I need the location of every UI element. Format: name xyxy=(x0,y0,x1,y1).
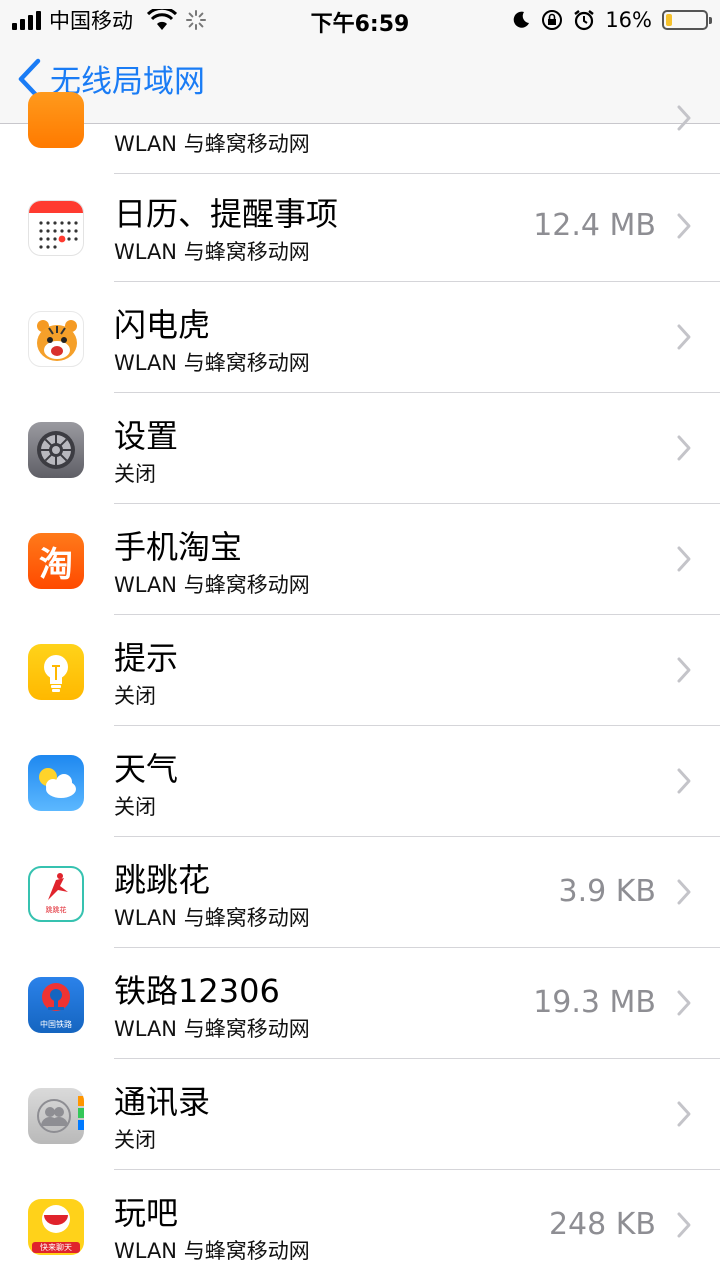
app-network-status: 关闭 xyxy=(114,684,156,708)
app-network-status: WLAN 与蜂窝移动网 xyxy=(114,573,310,597)
calendar-icon xyxy=(28,200,84,256)
wanba-icon: 快来聊天 xyxy=(28,1199,84,1255)
list-item[interactable]: 设置 关闭 xyxy=(0,394,720,504)
battery-icon xyxy=(662,10,712,30)
weather-icon xyxy=(28,755,84,811)
app-network-status: 关闭 xyxy=(114,795,156,819)
data-usage: 19.3 MB xyxy=(533,985,656,1020)
tiaotiaohua-logo-text: 跳跳花 xyxy=(45,906,67,914)
railway-12306-icon: 中国铁路 xyxy=(28,977,84,1033)
list-item[interactable]: WLAN 与蜂窝移动网 xyxy=(0,64,720,174)
divider xyxy=(114,392,720,393)
divider xyxy=(114,1169,720,1170)
app-network-status: WLAN 与蜂窝移动网 xyxy=(114,351,310,375)
settings-gear-icon xyxy=(28,422,84,478)
app-name: 提示 xyxy=(114,639,179,677)
app-network-status: WLAN 与蜂窝移动网 xyxy=(114,132,310,156)
tips-lightbulb-icon xyxy=(28,644,84,700)
list-item[interactable]: 中国铁路 铁路12306 WLAN 与蜂窝移动网 19.3 MB xyxy=(0,949,720,1059)
list-item[interactable]: 通讯录 关闭 xyxy=(0,1060,720,1170)
app-network-status: WLAN 与蜂窝移动网 xyxy=(114,1017,310,1041)
list-item[interactable]: 快来聊天 玩吧 WLAN 与蜂窝移动网 248 KB xyxy=(0,1171,720,1281)
divider xyxy=(114,503,720,504)
app-network-status: WLAN 与蜂窝移动网 xyxy=(114,906,310,930)
app-name: 通讯录 xyxy=(114,1083,211,1121)
contacts-icon xyxy=(28,1088,84,1144)
divider xyxy=(114,614,720,615)
chevron-right-icon xyxy=(677,879,691,905)
data-usage: 12.4 MB xyxy=(533,208,656,243)
chevron-right-icon xyxy=(677,546,691,572)
app-network-status: 关闭 xyxy=(114,1128,156,1152)
tiaotiaohua-icon: 跳跳花 xyxy=(28,866,84,922)
app-name: 设置 xyxy=(114,417,179,455)
chevron-right-icon xyxy=(677,1101,691,1127)
app-network-status: 关闭 xyxy=(114,462,156,486)
chevron-right-icon xyxy=(677,105,691,131)
chevron-right-icon xyxy=(677,213,691,239)
data-usage: 3.9 KB xyxy=(558,874,657,909)
chevron-right-icon xyxy=(677,1212,691,1238)
taobao-icon: 淘 xyxy=(28,533,84,589)
moon-icon xyxy=(514,11,530,28)
chevron-right-icon xyxy=(677,990,691,1016)
app-name: 日历、提醒事项 xyxy=(114,195,339,233)
divider xyxy=(114,836,720,837)
list-item[interactable]: 日历、提醒事项 WLAN 与蜂窝移动网 12.4 MB xyxy=(0,172,720,282)
list-item[interactable]: 跳跳花 跳跳花 WLAN 与蜂窝移动网 3.9 KB xyxy=(0,838,720,948)
chevron-right-icon xyxy=(677,435,691,461)
status-bar: 中国移动 下午6:59 16% xyxy=(0,0,720,40)
data-usage: 248 KB xyxy=(548,1207,656,1242)
app-network-status: WLAN 与蜂窝移动网 xyxy=(114,1239,310,1263)
list-item[interactable]: 闪电虎 WLAN 与蜂窝移动网 xyxy=(0,283,720,393)
wanba-logo-text: 快来聊天 xyxy=(32,1242,80,1253)
divider xyxy=(114,281,720,282)
divider xyxy=(114,725,720,726)
divider xyxy=(114,1058,720,1059)
app-name: 跳跳花 xyxy=(114,861,211,899)
battery-percent: 16% xyxy=(605,8,652,32)
app-network-status: WLAN 与蜂窝移动网 xyxy=(114,240,310,264)
chevron-right-icon xyxy=(677,768,691,794)
taobao-logo-text: 淘 xyxy=(39,544,73,585)
orange-app-icon xyxy=(28,92,84,148)
list-item[interactable]: 提示 关闭 xyxy=(0,616,720,726)
tiger-icon xyxy=(28,311,84,367)
chevron-right-icon xyxy=(677,324,691,350)
list-item[interactable]: 淘 手机淘宝 WLAN 与蜂窝移动网 xyxy=(0,505,720,615)
alarm-icon xyxy=(574,10,595,31)
railway-logo-text: 中国铁路 xyxy=(40,1020,72,1029)
app-name: 闪电虎 xyxy=(114,306,211,344)
app-name: 玩吧 xyxy=(114,1194,179,1232)
app-name: 手机淘宝 xyxy=(114,528,243,566)
rotation-lock-icon xyxy=(542,10,563,30)
list-item[interactable]: 天气 关闭 xyxy=(0,727,720,837)
app-name: 天气 xyxy=(114,750,179,788)
app-name: 铁路12306 xyxy=(114,972,280,1010)
chevron-right-icon xyxy=(677,657,691,683)
divider xyxy=(114,947,720,948)
